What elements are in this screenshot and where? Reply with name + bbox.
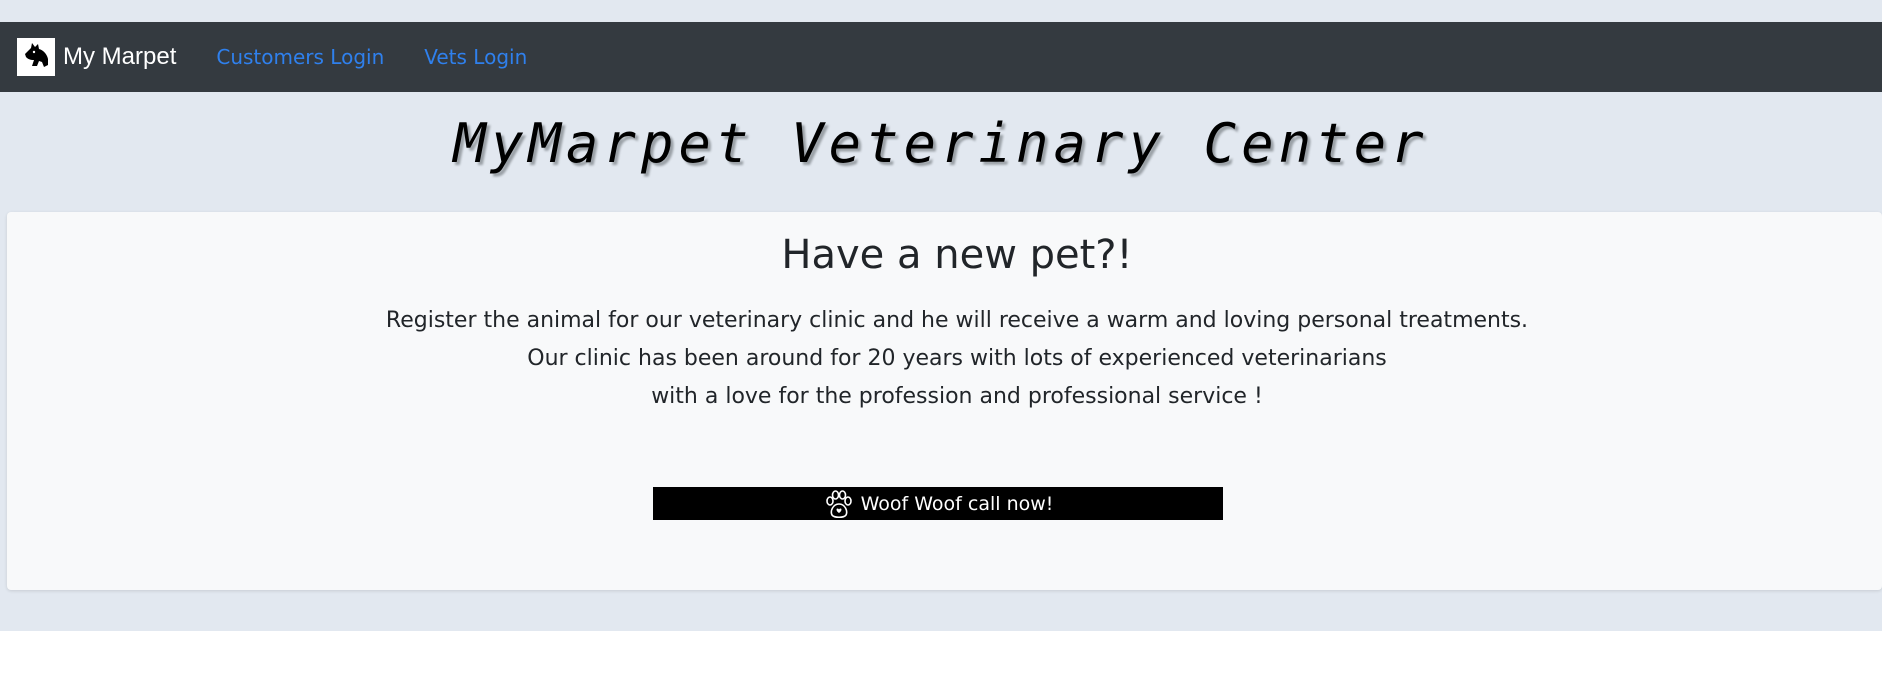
call-now-label: Woof Woof call now!	[860, 492, 1054, 515]
nav-vets-login[interactable]: Vets Login	[424, 45, 527, 69]
brand-link[interactable]: My Marpet	[17, 38, 176, 76]
description-line-2: Our clinic has been around for 20 years …	[527, 346, 1387, 371]
card-description: Register the animal for our veterinary c…	[7, 302, 1882, 416]
card-heading: Have a new pet?!	[781, 232, 1133, 278]
dog-head-icon	[17, 38, 55, 76]
intro-card: Have a new pet?! Register the animal for…	[7, 212, 1882, 590]
site-title: MyMarpet Veterinary Center	[453, 112, 1429, 175]
nav-customers-login[interactable]: Customers Login	[216, 45, 384, 69]
description-line-1: Register the animal for our veterinary c…	[385, 308, 1529, 333]
description-line-3: with a love for the profession and profe…	[651, 384, 1263, 409]
top-navbar: My Marpet Customers Login Vets Login	[0, 22, 1882, 92]
brand-name: My Marpet	[63, 43, 177, 70]
paw-icon	[823, 489, 855, 519]
call-now-button[interactable]: Woof Woof call now!	[653, 487, 1223, 520]
